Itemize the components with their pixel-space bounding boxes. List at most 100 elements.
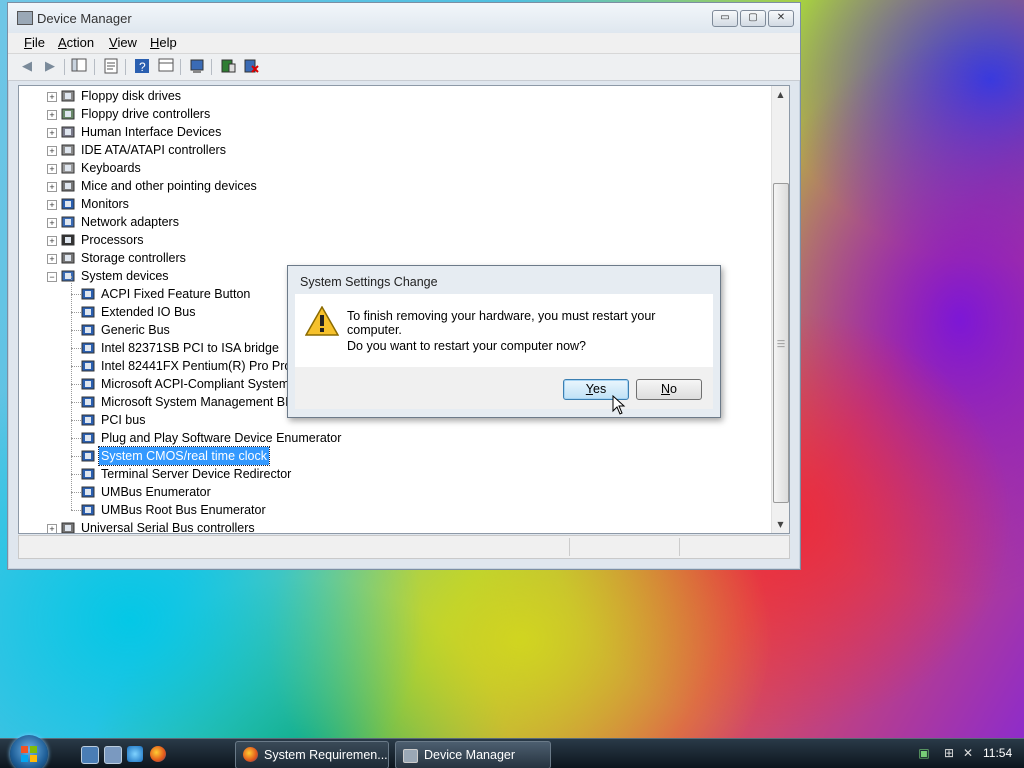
device-icon (61, 143, 75, 156)
device-icon (81, 485, 95, 498)
window-title: Device Manager (37, 11, 132, 26)
show-desktop-icon[interactable] (81, 746, 99, 764)
device-icon (61, 251, 75, 264)
tree-item-label: IDE ATA/ATAPI controllers (81, 143, 226, 157)
taskbar-item-device-manager[interactable]: Device Manager (395, 741, 551, 768)
tree-item-label: Terminal Server Device Redirector (101, 467, 292, 481)
device-icon (81, 395, 95, 408)
network-icon[interactable]: ⊞ (942, 746, 956, 760)
menu-help[interactable]: Help (150, 35, 177, 50)
device-icon (61, 269, 75, 282)
device-icon (81, 359, 95, 372)
expand-icon[interactable]: + (47, 128, 57, 138)
collapse-icon[interactable]: − (47, 272, 57, 282)
switch-windows-icon[interactable] (104, 746, 122, 764)
tree-item-label: Human Interface Devices (81, 125, 222, 139)
show-hide-console-tree-icon[interactable] (70, 58, 88, 76)
device-icon (61, 197, 75, 210)
toolbar: ◀ ▶ ? (8, 54, 800, 81)
internet-explorer-icon[interactable] (127, 746, 143, 762)
tree-item-label: ACPI Fixed Feature Button (101, 287, 251, 301)
scan-hardware-icon[interactable] (188, 58, 206, 76)
dialog-message: To finish removing your hardware, you mu… (347, 309, 656, 337)
view-icon[interactable] (157, 58, 175, 76)
tree-item-label: Extended IO Bus (101, 305, 196, 319)
device-manager-icon (403, 749, 418, 763)
safely-remove-hardware-icon[interactable]: ▣ (917, 746, 931, 760)
expand-icon[interactable]: + (47, 524, 57, 533)
expand-icon[interactable]: + (47, 236, 57, 246)
clock[interactable]: 11:54 (983, 746, 1012, 760)
tree-item-label: Floppy disk drives (81, 89, 182, 103)
close-button[interactable]: ✕ (768, 10, 794, 27)
dialog-title: System Settings Change (300, 275, 438, 289)
expand-icon[interactable]: + (47, 218, 57, 228)
firefox-icon (243, 747, 258, 762)
device-icon (81, 431, 95, 444)
tree-item-label: UMBus Root Bus Enumerator (101, 503, 266, 517)
expand-icon[interactable]: + (47, 254, 57, 264)
forward-arrow-icon[interactable]: ▶ (41, 58, 59, 76)
tree-item-label: Processors (81, 233, 144, 247)
tree-item-label: Keyboards (81, 161, 141, 175)
expand-icon[interactable]: + (47, 200, 57, 210)
device-icon (81, 467, 95, 480)
tree-item-label: PCI bus (101, 413, 146, 427)
tree-item-label: Floppy drive controllers (81, 107, 211, 121)
device-icon (61, 215, 75, 228)
properties-icon[interactable] (102, 58, 120, 76)
menu-view[interactable]: View (109, 35, 137, 50)
menu-file[interactable]: File (24, 35, 45, 50)
tree-item-label: Storage controllers (81, 251, 186, 265)
tree-item-label: System CMOS/real time clock (97, 446, 271, 466)
device-icon (81, 449, 95, 462)
expand-icon[interactable]: + (47, 164, 57, 174)
device-icon (81, 323, 95, 336)
dialog-body: To finish removing your hardware, you mu… (295, 294, 713, 367)
taskbar: System Requiremen... Device Manager ▣ ⊞ … (0, 735, 1024, 768)
start-orb-icon[interactable] (10, 735, 48, 768)
system-settings-change-dialog: System Settings Change To finish removin… (287, 265, 721, 418)
device-icon (81, 503, 95, 516)
svg-text:?: ? (139, 60, 146, 74)
vertical-scrollbar[interactable]: ▲ — — — ▼ (771, 86, 789, 533)
tree-item-label: Mice and other pointing devices (81, 179, 257, 193)
tree-item-label: System devices (81, 269, 169, 283)
warning-icon (304, 305, 340, 336)
volume-muted-icon[interactable]: ✕ (961, 746, 975, 760)
device-icon (61, 521, 75, 533)
no-button[interactable]: No (636, 379, 702, 400)
tree-item-label: Universal Serial Bus controllers (81, 521, 255, 534)
expand-icon[interactable]: + (47, 146, 57, 156)
device-icon (61, 161, 75, 174)
expand-icon[interactable]: + (47, 110, 57, 120)
device-icon (81, 377, 95, 390)
menu-bar: File Action View Help (8, 33, 800, 54)
dialog-question: Do you want to restart your computer now… (347, 339, 587, 353)
scroll-up-arrow-icon[interactable]: ▲ (772, 86, 789, 103)
uninstall-icon[interactable] (242, 58, 260, 76)
device-icon (61, 89, 75, 102)
tree-item-label: Generic Bus (101, 323, 170, 337)
scroll-down-arrow-icon[interactable]: ▼ (772, 516, 789, 533)
tree-item-label: UMBus Enumerator (101, 485, 211, 499)
maximize-button[interactable]: ▢ (740, 10, 766, 27)
device-manager-icon (17, 11, 33, 25)
status-bar (18, 535, 790, 559)
firefox-icon[interactable] (150, 746, 166, 762)
minimize-button[interactable]: ▭ (712, 10, 738, 27)
expand-icon[interactable]: + (47, 182, 57, 192)
device-icon (61, 125, 75, 138)
menu-action[interactable]: Action (58, 35, 94, 50)
device-icon (81, 413, 95, 426)
title-bar[interactable]: Device Manager ▭ ▢ ✕ (8, 3, 800, 33)
taskbar-item-firefox[interactable]: System Requiremen... (235, 741, 389, 768)
device-icon (61, 233, 75, 246)
scroll-thumb[interactable]: — — — (773, 183, 789, 503)
update-driver-icon[interactable] (219, 58, 237, 76)
back-arrow-icon[interactable]: ◀ (18, 58, 36, 76)
expand-icon[interactable]: + (47, 92, 57, 102)
device-icon (61, 107, 75, 120)
tree-item-label: Microsoft ACPI-Compliant System (101, 377, 290, 391)
help-icon[interactable]: ? (133, 58, 151, 76)
